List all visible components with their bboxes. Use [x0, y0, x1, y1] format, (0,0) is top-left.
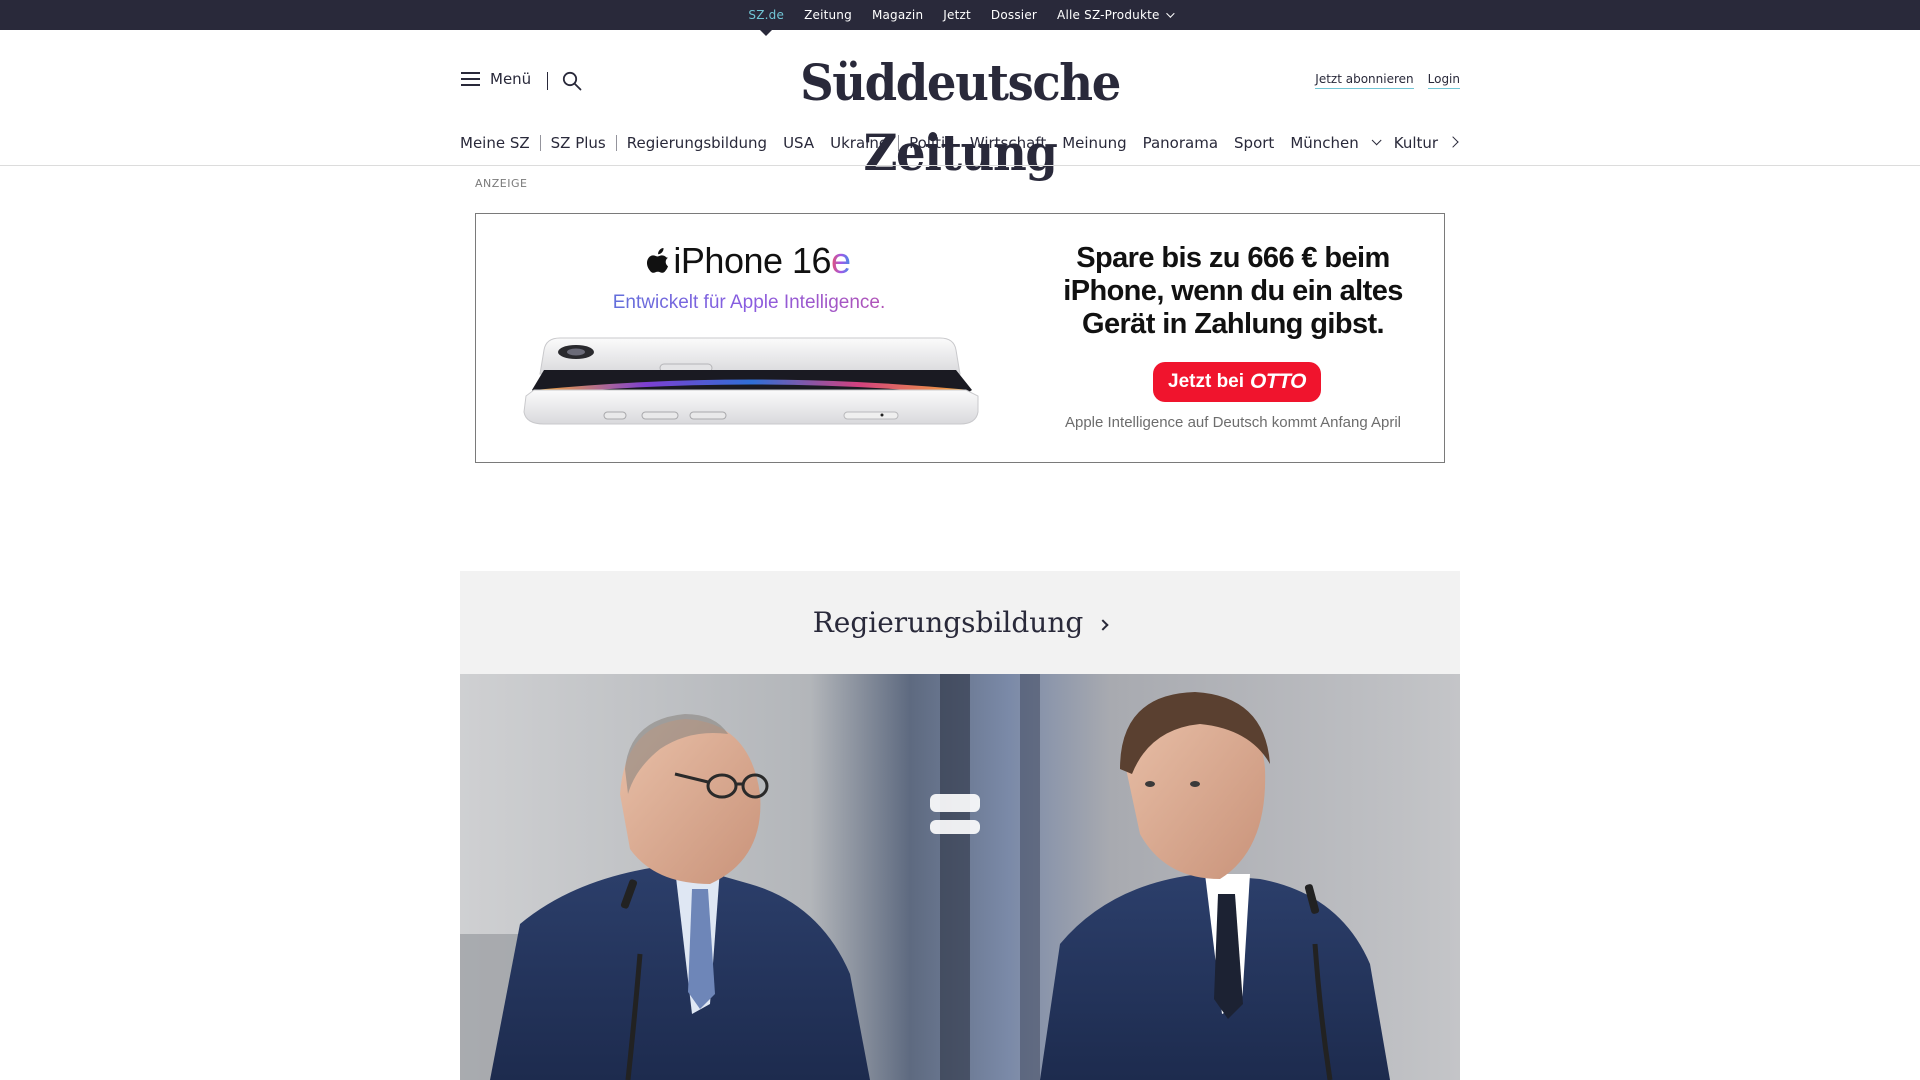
topic-header-link[interactable]: Regierungsbildung	[460, 571, 1460, 674]
nav-divider-line	[0, 165, 1920, 166]
chevron-right-icon	[1097, 618, 1109, 631]
product-link-jetzt[interactable]: Jetzt	[943, 0, 971, 30]
otto-logo: OTTO	[1250, 370, 1306, 393]
nav-item-usa[interactable]: USA	[783, 134, 814, 152]
ad-cta-button[interactable]: Jetzt bei OTTO	[1153, 362, 1321, 402]
nav-item-politik[interactable]: Politik	[909, 134, 954, 152]
nav-item-ukraine[interactable]: Ukraine	[830, 134, 888, 152]
ad-product-name: iPhone 16e	[476, 240, 1022, 282]
product-link-zeitung[interactable]: Zeitung	[804, 0, 852, 30]
product-link-all-products[interactable]: Alle SZ-Produkte	[1057, 0, 1175, 30]
ad-headline-line3: Gerät in Zahlung gibst.	[1082, 308, 1385, 340]
nav-item-panorama[interactable]: Panorama	[1143, 134, 1218, 152]
nav-item-muenchen-label: München	[1290, 133, 1359, 152]
product-link-dossier[interactable]: Dossier	[991, 0, 1037, 30]
nav-item-regierungsbildung[interactable]: Regierungsbildung	[627, 134, 767, 152]
ad-tagline: Entwickelt für Apple Intelligence.	[476, 292, 1022, 314]
product-link-sz-de[interactable]: SZ.de	[748, 0, 784, 36]
product-bar: SZ.de Zeitung Magazin Jetzt Dossier Alle…	[0, 0, 1920, 36]
section-nav: Meine SZ SZ Plus Regierungsbildung USA U…	[460, 120, 1460, 165]
ad-banner[interactable]: iPhone 16e Entwickelt für Apple Intellig…	[475, 213, 1445, 463]
ad-cta-label: Jetzt bei	[1168, 371, 1245, 392]
ad-headline-line2: iPhone, wenn du ein altes	[1063, 275, 1403, 307]
ad-headline: Spare bis zu 666 € beim iPhone, wenn du …	[1022, 242, 1444, 341]
site-header: Menü Süddeutsche Zeitung Jetzt abonniere…	[0, 30, 1920, 182]
iphone-product-image	[523, 337, 979, 425]
nav-item-sport[interactable]: Sport	[1234, 134, 1274, 152]
product-link-magazin[interactable]: Magazin	[872, 0, 923, 30]
ad-label: ANZEIGE	[475, 177, 528, 190]
apple-logo-icon	[647, 248, 669, 273]
menu-label: Menü	[490, 70, 532, 88]
hamburger-icon	[461, 72, 480, 86]
ad-product-title: iPhone 16	[673, 240, 832, 281]
nav-divider	[539, 134, 541, 151]
nav-item-meine-sz[interactable]: Meine SZ	[460, 134, 530, 152]
nav-item-kultur[interactable]: Kultur	[1394, 134, 1438, 152]
subscribe-link[interactable]: Jetzt abonnieren	[1315, 72, 1414, 89]
all-products-label: Alle SZ-Produkte	[1057, 8, 1160, 22]
nav-divider	[898, 134, 900, 151]
nav-divider	[615, 134, 617, 151]
login-link[interactable]: Login	[1427, 72, 1460, 89]
menu-button[interactable]: Menü	[461, 70, 531, 88]
nav-item-muenchen[interactable]: München	[1290, 133, 1382, 152]
ad-product-panel: iPhone 16e Entwickelt für Apple Intellig…	[476, 214, 1022, 462]
nav-item-meinung[interactable]: Meinung	[1062, 134, 1126, 152]
site-logo[interactable]: Süddeutsche Zeitung	[737, 48, 1183, 188]
nav-item-wirtschaft[interactable]: Wirtschaft	[970, 134, 1046, 152]
topic-title: Regierungsbildung	[812, 606, 1084, 639]
account-links: Jetzt abonnieren Login	[1315, 72, 1460, 89]
chevron-down-icon	[1165, 9, 1175, 18]
ad-headline-line1: Spare bis zu 666 € beim	[1076, 242, 1390, 274]
menu-divider	[547, 72, 548, 90]
chevron-down-icon	[1371, 135, 1382, 146]
search-icon[interactable]	[562, 71, 582, 91]
nav-item-sz-plus[interactable]: SZ Plus	[551, 134, 606, 152]
ad-offer-panel: Spare bis zu 666 € beim iPhone, wenn du …	[1022, 214, 1444, 462]
hero-image[interactable]	[460, 674, 1460, 1080]
ad-disclaimer: Apple Intelligence auf Deutsch kommt Anf…	[1064, 414, 1402, 431]
ad-product-suffix: e	[831, 240, 851, 281]
nav-scroll-right-icon[interactable]	[1447, 134, 1463, 150]
